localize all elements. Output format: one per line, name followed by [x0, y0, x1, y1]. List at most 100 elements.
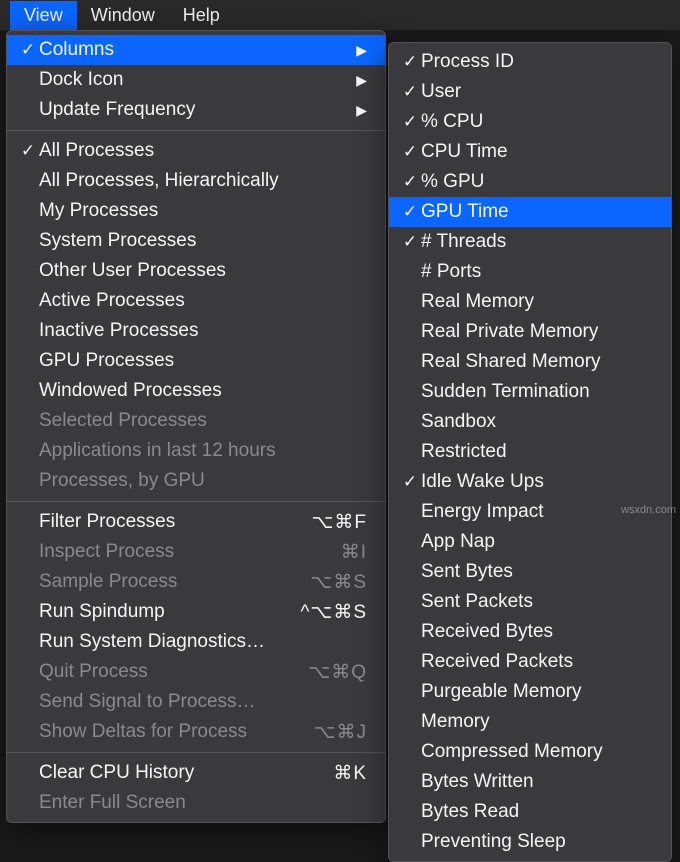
menu-separator	[7, 752, 385, 753]
col-gpu-time[interactable]: ✓GPU Time	[389, 197, 671, 227]
col-pct-cpu[interactable]: ✓% CPU	[389, 107, 671, 137]
menu-run-spindump[interactable]: Run Spindump ^⌥⌘S	[7, 597, 385, 627]
menu-label: Preventing Sleep	[421, 831, 653, 853]
col-compressed-memory[interactable]: Compressed Memory	[389, 737, 671, 767]
menu-label: Active Processes	[39, 290, 367, 312]
checkmark-icon: ✓	[17, 40, 39, 60]
checkmark-icon: ✓	[399, 142, 421, 162]
menu-my-processes[interactable]: My Processes	[7, 196, 385, 226]
col-sandbox[interactable]: Sandbox	[389, 407, 671, 437]
checkmark-icon: ✓	[399, 202, 421, 222]
menu-apps-last-12: Applications in last 12 hours	[7, 436, 385, 466]
menu-all-processes[interactable]: ✓ All Processes	[7, 136, 385, 166]
menu-label: # Threads	[421, 231, 653, 253]
menu-all-processes-hier[interactable]: All Processes, Hierarchically	[7, 166, 385, 196]
menu-label: Clear CPU History	[39, 762, 321, 784]
checkmark-icon: ✓	[399, 232, 421, 252]
col-real-private-memory[interactable]: Real Private Memory	[389, 317, 671, 347]
menubar-window[interactable]: Window	[77, 1, 169, 30]
menu-label: Filter Processes	[39, 511, 299, 533]
menu-label: Windowed Processes	[39, 380, 367, 402]
menu-label: Real Private Memory	[421, 321, 653, 343]
menu-inactive-processes[interactable]: Inactive Processes	[7, 316, 385, 346]
menu-other-user-processes[interactable]: Other User Processes	[7, 256, 385, 286]
menu-label: Show Deltas for Process	[39, 721, 302, 743]
menu-inspect-process: Inspect Process ⌘I	[7, 537, 385, 567]
keyboard-shortcut: ^⌥⌘S	[301, 601, 367, 624]
menu-label: Selected Processes	[39, 410, 367, 432]
menu-label: Sandbox	[421, 411, 653, 433]
menu-label: Update Frequency	[39, 99, 356, 121]
checkmark-icon: ✓	[399, 82, 421, 102]
submenu-arrow-icon: ▶	[356, 42, 367, 59]
keyboard-shortcut: ⌥⌘J	[314, 721, 367, 744]
menu-filter-processes[interactable]: Filter Processes ⌥⌘F	[7, 507, 385, 537]
menu-separator	[7, 130, 385, 131]
watermark: wsxdn.com	[621, 504, 676, 516]
menu-label: Energy Impact	[421, 501, 653, 523]
col-bytes-read[interactable]: Bytes Read	[389, 797, 671, 827]
menu-label: All Processes, Hierarchically	[39, 170, 367, 192]
menu-selected-processes: Selected Processes	[7, 406, 385, 436]
columns-submenu: ✓Process ID ✓User ✓% CPU ✓CPU Time ✓% GP…	[388, 42, 672, 862]
keyboard-shortcut: ⌥⌘Q	[308, 661, 367, 684]
menu-show-deltas: Show Deltas for Process ⌥⌘J	[7, 717, 385, 747]
menu-label: Quit Process	[39, 661, 296, 683]
menubar-view[interactable]: View	[10, 1, 77, 30]
keyboard-shortcut: ⌘I	[341, 541, 367, 564]
keyboard-shortcut: ⌘K	[333, 762, 367, 785]
col-sent-packets[interactable]: Sent Packets	[389, 587, 671, 617]
menu-label: CPU Time	[421, 141, 653, 163]
menu-label: My Processes	[39, 200, 367, 222]
menu-label: Sent Packets	[421, 591, 653, 613]
menu-update-frequency[interactable]: Update Frequency ▶	[7, 95, 385, 125]
col-restricted[interactable]: Restricted	[389, 437, 671, 467]
col-preventing-sleep[interactable]: Preventing Sleep	[389, 827, 671, 857]
menu-windowed-processes[interactable]: Windowed Processes	[7, 376, 385, 406]
checkmark-icon: ✓	[17, 141, 39, 161]
menu-label: GPU Processes	[39, 350, 367, 372]
col-sudden-termination[interactable]: Sudden Termination	[389, 377, 671, 407]
menu-label: Idle Wake Ups	[421, 471, 653, 493]
col-memory[interactable]: Memory	[389, 707, 671, 737]
menu-gpu-processes[interactable]: GPU Processes	[7, 346, 385, 376]
menu-system-processes[interactable]: System Processes	[7, 226, 385, 256]
menubar-help[interactable]: Help	[169, 1, 234, 30]
menu-label: Send Signal to Process…	[39, 691, 367, 713]
checkmark-icon: ✓	[399, 172, 421, 192]
menu-clear-cpu-history[interactable]: Clear CPU History ⌘K	[7, 758, 385, 788]
col-process-id[interactable]: ✓Process ID	[389, 47, 671, 77]
menu-label: Run System Diagnostics…	[39, 631, 367, 653]
col-num-threads[interactable]: ✓# Threads	[389, 227, 671, 257]
menu-label: Applications in last 12 hours	[39, 440, 367, 462]
col-bytes-written[interactable]: Bytes Written	[389, 767, 671, 797]
col-real-shared-memory[interactable]: Real Shared Memory	[389, 347, 671, 377]
col-num-ports[interactable]: # Ports	[389, 257, 671, 287]
menu-run-system-diagnostics[interactable]: Run System Diagnostics…	[7, 627, 385, 657]
menu-label: Real Shared Memory	[421, 351, 653, 373]
submenu-arrow-icon: ▶	[356, 102, 367, 119]
col-user[interactable]: ✓User	[389, 77, 671, 107]
menu-dock-icon[interactable]: Dock Icon ▶	[7, 65, 385, 95]
col-received-bytes[interactable]: Received Bytes	[389, 617, 671, 647]
col-app-nap[interactable]: App Nap	[389, 527, 671, 557]
col-received-packets[interactable]: Received Packets	[389, 647, 671, 677]
col-pct-gpu[interactable]: ✓% GPU	[389, 167, 671, 197]
menu-columns[interactable]: ✓ Columns ▶	[7, 35, 385, 65]
menu-label: Received Packets	[421, 651, 653, 673]
menu-label: Sudden Termination	[421, 381, 653, 403]
menu-send-signal: Send Signal to Process…	[7, 687, 385, 717]
col-cpu-time[interactable]: ✓CPU Time	[389, 137, 671, 167]
col-real-memory[interactable]: Real Memory	[389, 287, 671, 317]
menu-label: Bytes Written	[421, 771, 653, 793]
col-purgeable-memory[interactable]: Purgeable Memory	[389, 677, 671, 707]
menu-label: Purgeable Memory	[421, 681, 653, 703]
menu-label: Run Spindump	[39, 601, 289, 623]
menu-label: GPU Time	[421, 201, 653, 223]
col-idle-wake-ups[interactable]: ✓Idle Wake Ups	[389, 467, 671, 497]
menu-label: Process ID	[421, 51, 653, 73]
menu-active-processes[interactable]: Active Processes	[7, 286, 385, 316]
checkmark-icon: ✓	[399, 472, 421, 492]
view-menu: ✓ Columns ▶ Dock Icon ▶ Update Frequency…	[6, 30, 386, 823]
col-sent-bytes[interactable]: Sent Bytes	[389, 557, 671, 587]
